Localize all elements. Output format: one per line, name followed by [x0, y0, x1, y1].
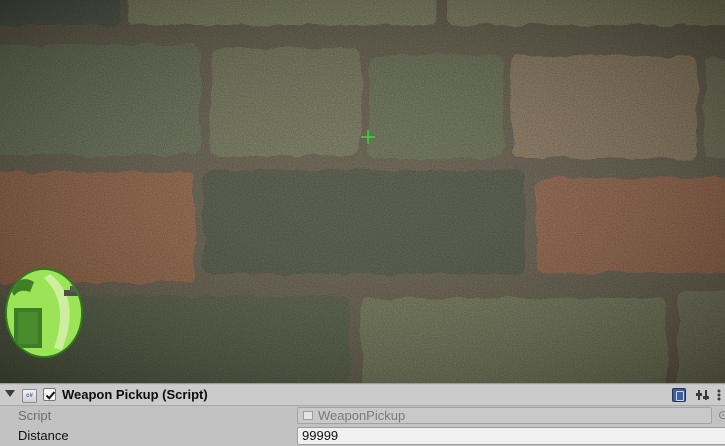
- object-picker-icon[interactable]: ⊙: [718, 408, 725, 422]
- distance-input[interactable]: 99999: [297, 427, 725, 445]
- brick-wall-scene: [0, 0, 725, 383]
- foldout-arrow-icon[interactable]: [5, 390, 15, 397]
- inspector-panel: c# Weapon Pickup (Script) Script WeaponP…: [0, 383, 725, 446]
- distance-label[interactable]: Distance: [18, 428, 69, 443]
- script-property-row: Script WeaponPickup ⊙: [0, 406, 725, 426]
- help-book-icon[interactable]: [672, 388, 686, 402]
- checkmark-icon: [45, 391, 56, 400]
- crosshair-icon: [361, 130, 375, 144]
- script-value: WeaponPickup: [318, 408, 406, 423]
- script-object-field[interactable]: WeaponPickup: [297, 407, 712, 424]
- game-viewport[interactable]: [0, 0, 725, 383]
- settings-icon[interactable]: [696, 388, 710, 402]
- distance-property-row: Distance 99999: [0, 426, 725, 446]
- context-menu-icon[interactable]: [714, 388, 725, 402]
- radar-minimap-icon: [5, 268, 83, 358]
- script-label: Script: [18, 408, 52, 423]
- csharp-script-icon: c#: [22, 389, 37, 403]
- component-header[interactable]: c# Weapon Pickup (Script): [0, 385, 725, 406]
- component-enabled-checkbox[interactable]: [43, 388, 56, 401]
- component-title: Weapon Pickup (Script): [62, 387, 208, 402]
- script-file-icon: [303, 411, 313, 420]
- distance-value: 99999: [302, 428, 339, 443]
